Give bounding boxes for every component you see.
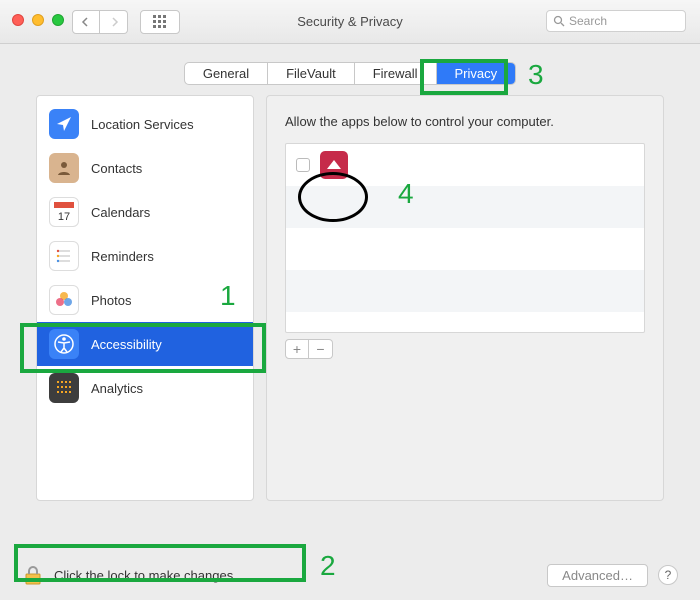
grid-icon xyxy=(153,15,167,29)
calendar-icon: 17 xyxy=(49,197,79,227)
svg-text:17: 17 xyxy=(58,211,70,223)
app-icon xyxy=(320,151,348,179)
reminders-icon xyxy=(49,241,79,271)
sidebar-item-contacts[interactable]: Contacts xyxy=(37,146,253,190)
app-allow-checkbox[interactable] xyxy=(296,158,310,172)
app-row-empty xyxy=(286,270,644,312)
search-placeholder: Search xyxy=(569,14,607,28)
app-list xyxy=(285,143,645,333)
search-field[interactable]: Search xyxy=(546,10,686,32)
accessibility-icon xyxy=(49,329,79,359)
contacts-icon xyxy=(49,153,79,183)
sidebar-item-reminders[interactable]: Reminders xyxy=(37,234,253,278)
sidebar-item-label: Accessibility xyxy=(91,337,162,352)
minimize-window-button[interactable] xyxy=(32,14,44,26)
app-row-empty xyxy=(286,186,644,228)
add-remove-group: + − xyxy=(285,339,645,359)
zoom-window-button[interactable] xyxy=(52,14,64,26)
sidebar-item-label: Reminders xyxy=(91,249,154,264)
sidebar-item-label: Analytics xyxy=(91,381,143,396)
location-arrow-icon xyxy=(49,109,79,139)
lock-label: Click the lock to make changes. xyxy=(54,568,237,583)
sidebar-item-accessibility[interactable]: Accessibility xyxy=(37,322,253,366)
app-row[interactable] xyxy=(286,144,644,186)
analytics-icon xyxy=(49,373,79,403)
titlebar: Security & Privacy Search xyxy=(0,0,700,44)
add-app-button[interactable]: + xyxy=(285,339,309,359)
lock-icon[interactable] xyxy=(22,564,44,586)
sidebar-item-location[interactable]: Location Services xyxy=(37,102,253,146)
annotation-number-3: 3 xyxy=(528,59,544,91)
advanced-button[interactable]: Advanced… xyxy=(547,564,648,587)
sidebar-item-label: Photos xyxy=(91,293,131,308)
tabs-row: General FileVault Firewall Privacy xyxy=(0,44,700,95)
tab-firewall[interactable]: Firewall xyxy=(355,63,437,84)
sidebar-item-analytics[interactable]: Analytics xyxy=(37,366,253,410)
main-panel: Location Services Contacts 17 Calendars … xyxy=(0,95,700,515)
window-controls xyxy=(12,14,64,26)
nav-group xyxy=(72,10,128,34)
sidebar-item-label: Location Services xyxy=(91,117,194,132)
photos-icon xyxy=(49,285,79,315)
sidebar-item-calendars[interactable]: 17 Calendars xyxy=(37,190,253,234)
help-button[interactable]: ? xyxy=(658,565,678,585)
back-button[interactable] xyxy=(72,10,100,34)
accessibility-content: Allow the apps below to control your com… xyxy=(266,95,664,501)
chevron-right-icon xyxy=(109,17,119,27)
sidebar-item-label: Calendars xyxy=(91,205,150,220)
chevron-left-icon xyxy=(81,17,91,27)
forward-button[interactable] xyxy=(100,10,128,34)
app-row-empty xyxy=(286,228,644,270)
tabs: General FileVault Firewall Privacy xyxy=(184,62,516,85)
annotation-number-4: 4 xyxy=(398,178,414,210)
tab-filevault[interactable]: FileVault xyxy=(268,63,355,84)
show-all-prefs-button[interactable] xyxy=(140,10,180,34)
annotation-number-1: 1 xyxy=(220,280,236,312)
close-window-button[interactable] xyxy=(12,14,24,26)
bottom-bar: Click the lock to make changes. Advanced… xyxy=(0,550,700,600)
sidebar-item-label: Contacts xyxy=(91,161,142,176)
remove-app-button[interactable]: − xyxy=(309,339,333,359)
search-icon xyxy=(553,15,565,27)
tab-general[interactable]: General xyxy=(185,63,268,84)
annotation-number-2: 2 xyxy=(320,550,336,582)
tab-privacy[interactable]: Privacy xyxy=(437,63,516,84)
content-instruction: Allow the apps below to control your com… xyxy=(285,114,645,129)
